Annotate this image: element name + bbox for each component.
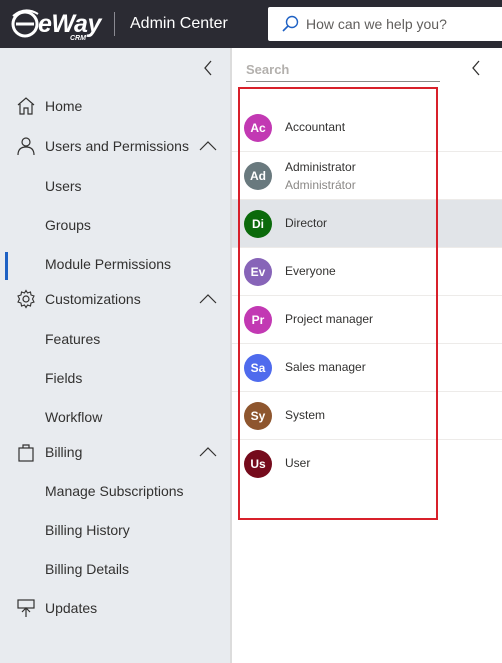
chevron-up-icon[interactable] <box>198 291 218 307</box>
role-item-user[interactable]: Us User <box>232 440 502 488</box>
avatar: Ac <box>244 114 272 142</box>
collapse-sidebar-icon[interactable] <box>200 58 218 78</box>
help-search-box[interactable]: How can we help you? <box>268 7 502 41</box>
search-icon <box>282 15 299 32</box>
role-subtitle: Administrátor <box>285 178 356 192</box>
sidebar-item-label: Groups <box>45 217 91 233</box>
avatar: Sa <box>244 354 272 382</box>
top-bar: eWay CRM Admin Center How can we help yo… <box>0 0 502 48</box>
sidebar-item-workflow[interactable]: Workflow <box>0 399 230 435</box>
sidebar-item-users-and-permissions[interactable]: Users and Permissions <box>0 128 230 164</box>
sidebar-item-label: Home <box>45 98 83 114</box>
sidebar-item-fields[interactable]: Fields <box>0 360 230 396</box>
role-name: Project manager <box>285 312 374 326</box>
sidebar-item-label: Fields <box>45 370 83 386</box>
role-name: Administrator <box>285 160 356 174</box>
updates-icon <box>17 599 35 617</box>
sidebar-item-label: Manage Subscriptions <box>45 483 184 499</box>
chevron-up-icon[interactable] <box>198 138 218 154</box>
sidebar-item-label: Billing Details <box>45 561 130 577</box>
avatar: Us <box>244 450 272 478</box>
avatar: Ad <box>244 162 272 190</box>
sidebar-item-label: Users and Permissions <box>45 138 189 154</box>
role-item-sales-manager[interactable]: Sa Sales manager <box>232 344 502 392</box>
app-title: Admin Center <box>130 15 228 32</box>
roles-search-input[interactable] <box>246 58 440 80</box>
avatar: Pr <box>244 306 272 334</box>
role-item-accountant[interactable]: Ac Accountant <box>232 104 502 152</box>
home-icon <box>17 97 35 115</box>
person-icon <box>17 137 35 156</box>
collapse-panel-icon[interactable] <box>468 58 486 78</box>
role-item-system[interactable]: Sy System <box>232 392 502 440</box>
avatar: Sy <box>244 402 272 430</box>
avatar: Di <box>244 210 272 238</box>
sidebar-item-label: Updates <box>45 600 98 616</box>
sidebar-item-home[interactable]: Home <box>0 88 230 124</box>
sidebar-item-customizations[interactable]: Customizations <box>0 281 230 317</box>
logo-e-icon <box>11 9 39 38</box>
role-name: System <box>285 408 326 422</box>
sidebar-item-label: Module Permissions <box>45 256 172 272</box>
eway-logo[interactable]: eWay CRM <box>10 8 101 42</box>
role-name: Accountant <box>285 120 346 134</box>
sidebar-item-users[interactable]: Users <box>0 168 230 204</box>
sidebar-item-features[interactable]: Features <box>0 321 230 357</box>
sidebar-item-module-permissions[interactable]: Module Permissions <box>0 246 230 282</box>
role-name: Everyone <box>285 264 336 278</box>
sidebar-item-groups[interactable]: Groups <box>0 207 230 243</box>
role-name: Sales manager <box>285 360 366 374</box>
role-name: User <box>285 456 311 470</box>
shopping-bag-icon <box>18 444 34 462</box>
sidebar-item-label: Features <box>45 331 101 347</box>
sidebar-nav: Home Users and Permissions Users Groups … <box>0 48 230 663</box>
sidebar-item-label: Billing <box>45 444 83 460</box>
sidebar-item-label: Billing History <box>45 522 130 538</box>
role-item-director[interactable]: Di Director <box>232 200 502 248</box>
roles-panel: Ac Accountant Ad Administrator Administr… <box>232 48 502 663</box>
sidebar-item-label: Workflow <box>45 409 103 425</box>
gear-icon <box>17 289 35 309</box>
role-item-everyone[interactable]: Ev Everyone <box>232 248 502 296</box>
sidebar-item-billing-history[interactable]: Billing History <box>0 512 230 548</box>
logo-sub-text: CRM <box>70 35 86 42</box>
role-item-administrator[interactable]: Ad Administrator Administrátor <box>232 152 502 200</box>
role-name: Director <box>285 216 328 230</box>
roles-search-field[interactable] <box>246 58 440 82</box>
help-search-placeholder: How can we help you? <box>306 16 447 32</box>
sidebar-item-label: Users <box>45 178 82 194</box>
sidebar-item-manage-subscriptions[interactable]: Manage Subscriptions <box>0 473 230 509</box>
chevron-up-icon[interactable] <box>198 444 218 460</box>
roles-list: Ac Accountant Ad Administrator Administr… <box>232 104 502 488</box>
header-divider <box>114 12 115 36</box>
sidebar-item-updates[interactable]: Updates <box>0 590 230 626</box>
avatar: Ev <box>244 258 272 286</box>
sidebar-item-label: Customizations <box>45 291 141 307</box>
sidebar-item-billing[interactable]: Billing <box>0 434 230 470</box>
sidebar-item-billing-details[interactable]: Billing Details <box>0 551 230 587</box>
role-item-project-manager[interactable]: Pr Project manager <box>232 296 502 344</box>
